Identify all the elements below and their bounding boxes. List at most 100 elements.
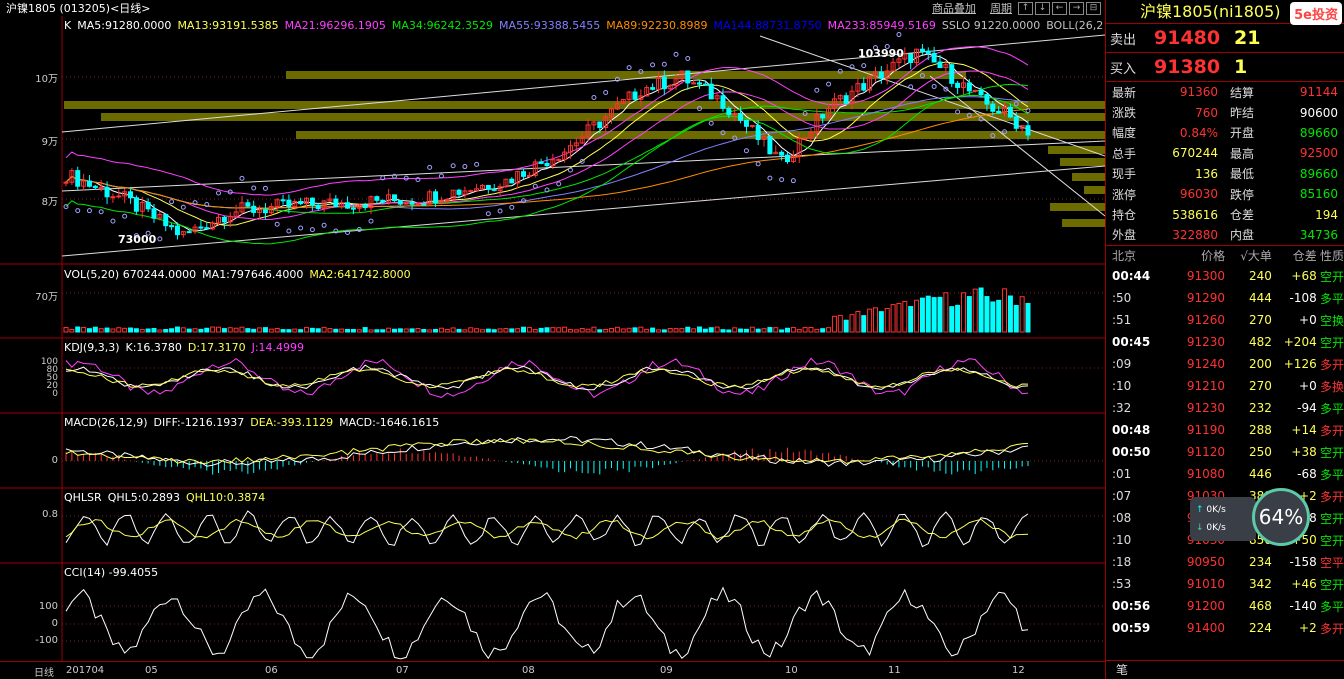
- trade-nature: 空开: [1320, 577, 1344, 592]
- x-tick: 11: [888, 665, 901, 676]
- volume-bar: [391, 328, 397, 333]
- candle-body: [485, 184, 491, 190]
- memory-gauge[interactable]: 64%: [1252, 488, 1310, 546]
- volume-bar: [1025, 302, 1031, 333]
- volume-bar: [491, 329, 497, 333]
- candle-body: [151, 208, 157, 219]
- volume-bar: [98, 328, 104, 333]
- trade-time: 00:59: [1112, 621, 1151, 636]
- volume-bar: [708, 327, 714, 333]
- volume-bar: [128, 327, 134, 333]
- quote-key: 内盘: [1230, 228, 1255, 243]
- trade-time: 00:50: [1112, 445, 1151, 460]
- bid-label: 买入: [1110, 61, 1137, 77]
- candle-body: [526, 174, 532, 177]
- volume-bar: [802, 327, 808, 333]
- sar-dot: [708, 120, 714, 126]
- volume-bar: [116, 327, 122, 333]
- volume-bar: [321, 326, 327, 333]
- quote-row: 涨停 96030 跌停 85160: [1108, 184, 1342, 204]
- volume-bar: [943, 292, 949, 333]
- trades-list[interactable]: 00:44 91300 240 +68 空开:50 91290 444 -108 多平:51 91…: [1106, 265, 1344, 639]
- volume-legend: VOL(5,20) 670244.0000 MA1:797646.4000 MA…: [60, 268, 411, 281]
- candle-body: [456, 189, 462, 195]
- macd-dea: DEA:-393.1129: [250, 416, 334, 429]
- chart-canvas[interactable]: [0, 16, 1105, 661]
- trade-time: 00:45: [1112, 335, 1151, 350]
- candle-body: [128, 191, 134, 199]
- volume-bar: [292, 328, 298, 333]
- candle-body: [996, 110, 1002, 114]
- arrow-right-button[interactable]: →: [1069, 1, 1084, 15]
- arrow-down-button[interactable]: ↓: [1035, 1, 1050, 15]
- volume-bar: [151, 328, 157, 333]
- volume-bar: [914, 299, 920, 333]
- sar-dot: [110, 218, 116, 224]
- ma-legend-item: BOLL(26,2: [1046, 19, 1104, 32]
- trade-oi-change: +2: [1299, 621, 1317, 636]
- trade-price: 90950: [1186, 555, 1226, 570]
- candle-body: [556, 158, 562, 161]
- qhlsr-legend: QHLSR QHL5:0.2893 QHL10:0.3874: [60, 491, 265, 504]
- sar-dot: [497, 208, 503, 214]
- quote-key: 外盘: [1112, 228, 1137, 243]
- macd-y-tick: 0: [51, 455, 58, 466]
- overlay-menu-button[interactable]: 商品叠加: [932, 0, 976, 16]
- volume-bar: [814, 328, 820, 333]
- volume-bar: [919, 297, 925, 333]
- candle-body: [1013, 116, 1019, 129]
- trade-oi-change: +14: [1291, 423, 1317, 438]
- period-menu-button[interactable]: 周期: [990, 0, 1012, 16]
- ma-legend-item: MA89:92230.8989: [606, 19, 708, 32]
- volume-bar: [257, 327, 263, 333]
- volume-bar: [702, 328, 708, 333]
- volume-bar: [86, 328, 92, 333]
- volume-bar: [462, 329, 468, 333]
- sar-dot: [180, 204, 186, 210]
- trade-price: 91190: [1186, 423, 1226, 438]
- trade-time: 00:56: [1112, 599, 1151, 614]
- download-speed: ↓ 0K/s: [1196, 519, 1250, 537]
- ma-legend-item: MA5:91280.0000: [77, 19, 172, 32]
- volume-bar: [427, 329, 433, 333]
- quote-value: 91360: [1179, 85, 1218, 100]
- indicator-line: [65, 367, 1029, 389]
- arrow-left-button[interactable]: ←: [1052, 1, 1067, 15]
- trade-time: :50: [1112, 291, 1132, 306]
- trade-oi-change: +0: [1299, 313, 1317, 328]
- candle-body: [86, 180, 92, 187]
- candle-body: [380, 199, 386, 203]
- volume-bar: [972, 288, 978, 333]
- volume-bar: [896, 302, 902, 333]
- volume-bar: [550, 327, 556, 333]
- indicator-line: [65, 357, 1029, 399]
- arrow-up-button[interactable]: ↑: [1018, 1, 1033, 15]
- trade-row: 00:56 91200 468 -140 多平: [1106, 595, 1344, 617]
- tab-ticks[interactable]: 笔: [1106, 660, 1344, 679]
- layout-toggle-button[interactable]: ⊟: [1086, 1, 1101, 15]
- volume-bar: [1013, 304, 1019, 333]
- trend-line: [61, 140, 1105, 192]
- ma-legend-item: MA34:96242.3529: [391, 19, 494, 32]
- trades-head-volume[interactable]: √大单: [1225, 247, 1272, 264]
- candle-body: [861, 83, 867, 91]
- kdj-legend: KDJ(9,3,3) K:16.3780 D:17.3170 J:14.4999: [60, 341, 304, 354]
- trade-oi-change: -94: [1297, 401, 1317, 416]
- volume-bar: [990, 301, 996, 333]
- symbol-title: 沪镍1805 (013205)<日线>: [6, 2, 151, 15]
- trade-nature: 多平: [1320, 401, 1344, 416]
- trade-price: 91300: [1186, 269, 1226, 284]
- volume-bar: [567, 329, 573, 333]
- period-label[interactable]: 日线: [34, 664, 54, 679]
- ma-legend-item: MA21:96296.1905: [284, 19, 386, 32]
- volume-bar: [515, 328, 521, 333]
- quote-value: 91144: [1299, 85, 1338, 100]
- trade-oi-change: -140: [1289, 599, 1317, 614]
- candle-body: [743, 119, 749, 127]
- volume-bar: [785, 327, 790, 333]
- candle-body: [315, 204, 321, 210]
- quote-key: 昨结: [1230, 106, 1255, 121]
- volume-bar: [749, 326, 755, 333]
- sar-dot: [767, 175, 773, 181]
- volume-bar: [697, 326, 703, 333]
